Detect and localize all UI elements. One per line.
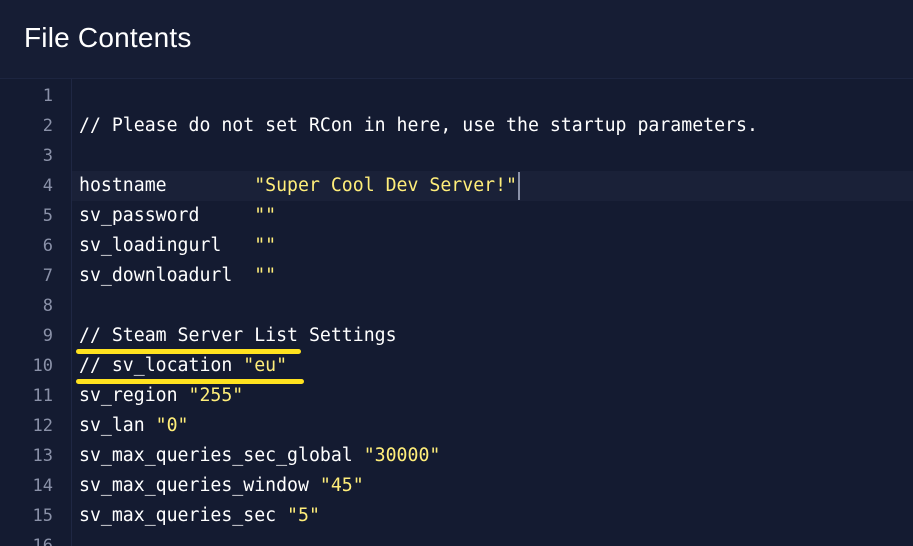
code-string-value: "45" [319,475,364,496]
line-number: 14 [32,476,53,496]
highlight-underline [76,379,304,384]
code-key: // Please do not set RCon in here, use t… [79,115,758,136]
code-key: // sv_location [79,355,244,376]
line-number: 3 [42,146,53,166]
code-string-value: "" [254,265,277,286]
code-line[interactable]: hostname "Super Cool Dev Server!" [72,171,913,201]
code-line[interactable] [72,531,79,546]
code-string-value: "5" [287,505,320,526]
code-line[interactable]: sv_region "255" [72,381,243,411]
code-line[interactable]: sv_loadingurl "" [72,231,276,261]
code-key: sv_downloadurl [79,265,255,286]
code-line[interactable]: sv_max_queries_sec_global "30000" [72,441,440,471]
code-line[interactable] [72,81,79,111]
code-key: sv_lan [79,415,156,436]
code-string-value: "Super Cool Dev Server!" [254,175,517,196]
text-cursor [518,172,520,200]
code-string-value: "" [254,235,277,256]
code-key: sv_loadingurl [79,235,255,256]
code-key: sv_max_queries_window [79,475,320,496]
line-number: 1 [42,86,53,106]
code-string-value: "" [254,205,277,226]
code-key: hostname [79,175,255,196]
code-string-value: "eu" [243,355,288,376]
code-editor[interactable]: 1 2 3 4 5 6 7 8 9 10 11 12 13 14 15 16 // Please do not… [0,79,913,546]
line-number-gutter: 1 2 3 4 5 6 7 8 9 10 11 12 13 14 15 16 [0,79,72,546]
line-number: 16 [32,536,53,546]
line-number: 12 [32,416,53,436]
code-line[interactable]: sv_max_queries_sec "5" [72,501,320,531]
line-number: 2 [42,116,53,136]
code-line[interactable]: // Please do not set RCon in here, use t… [72,111,758,141]
code-key: sv_max_queries_sec_global [79,445,364,466]
line-number: 9 [42,326,53,346]
code-key: sv_password [79,205,255,226]
panel-header: File Contents [0,0,913,79]
code-line[interactable]: // sv_location "eu" [72,351,287,381]
code-line[interactable]: sv_downloadurl "" [72,261,276,291]
code-line[interactable]: sv_max_queries_window "45" [72,471,364,501]
highlight-underline [76,349,301,354]
panel-title: File Contents [24,22,192,53]
code-line[interactable] [72,141,79,171]
code-string-value: "30000" [363,445,441,466]
line-number: 5 [42,206,53,226]
code-line[interactable]: // Steam Server List Settings [72,321,397,351]
line-number: 4 [42,176,53,196]
line-number: 8 [42,296,53,316]
line-number: 11 [32,386,53,406]
line-number: 6 [42,236,53,256]
code-line[interactable]: sv_lan "0" [72,411,189,441]
line-number: 7 [42,266,53,286]
code-string-value: "0" [155,415,189,436]
code-key: sv_max_queries_sec [79,505,288,526]
line-number: 13 [32,446,53,466]
file-contents-panel: File Contents 1 2 3 4 5 6 7 8 9 10 11 12 13 14 15 16 //… [0,0,913,546]
code-key: // Steam Server List Settings [79,325,397,346]
code-area[interactable]: // Please do not set RCon in here, use t… [72,79,913,546]
code-line[interactable]: sv_password "" [72,201,276,231]
code-line[interactable] [72,291,79,321]
code-string-value: "255" [188,385,244,406]
line-number: 15 [32,506,53,526]
code-key: sv_region [79,385,189,406]
line-number: 10 [32,356,53,376]
